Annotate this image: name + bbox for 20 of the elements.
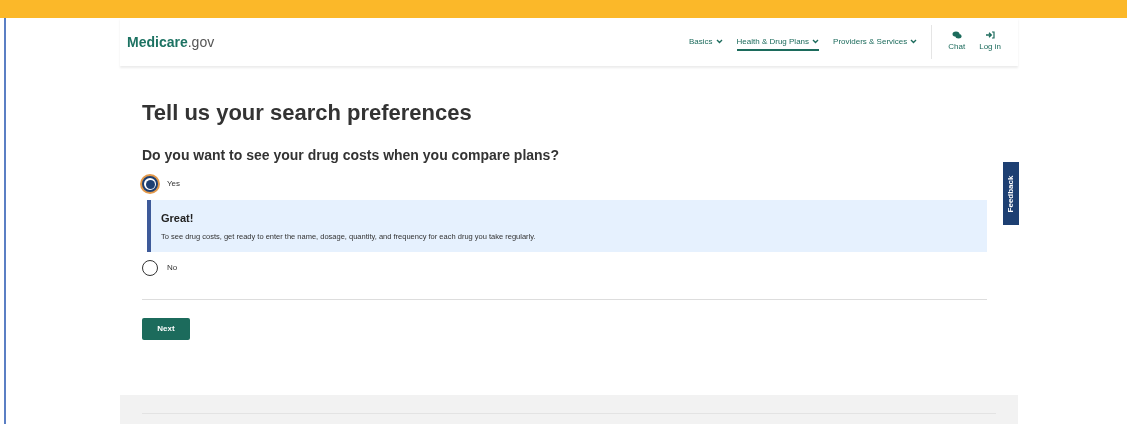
chat-link[interactable]: Chat (948, 41, 966, 53)
login-arrow-icon (985, 31, 996, 39)
chat-bubbles-icon (951, 31, 962, 39)
next-button[interactable]: Next (142, 318, 190, 340)
feedback-tab[interactable]: Feedback (1003, 162, 1019, 225)
question-text: Do you want to see your drug costs when you compare plans? (142, 146, 560, 165)
chevron-down-icon (910, 39, 918, 44)
page-title: Tell us your search preferences (142, 99, 473, 127)
radio-button[interactable] (142, 260, 158, 276)
option-label[interactable]: No (167, 262, 178, 274)
option-label[interactable]: Yes (167, 178, 181, 190)
alert-title: Great! (161, 211, 195, 226)
nav-link[interactable]: Providers & Services (833, 35, 918, 51)
nav-link[interactable]: Health & Drug Plans (736, 35, 820, 51)
logo[interactable]: Medicare.gov (127, 31, 215, 53)
login-link[interactable]: Log in (979, 41, 1001, 53)
chevron-down-icon (715, 39, 723, 44)
chevron-down-icon (812, 39, 820, 44)
nav-link[interactable]: Basics (689, 35, 723, 51)
radio-button[interactable] (142, 176, 158, 192)
